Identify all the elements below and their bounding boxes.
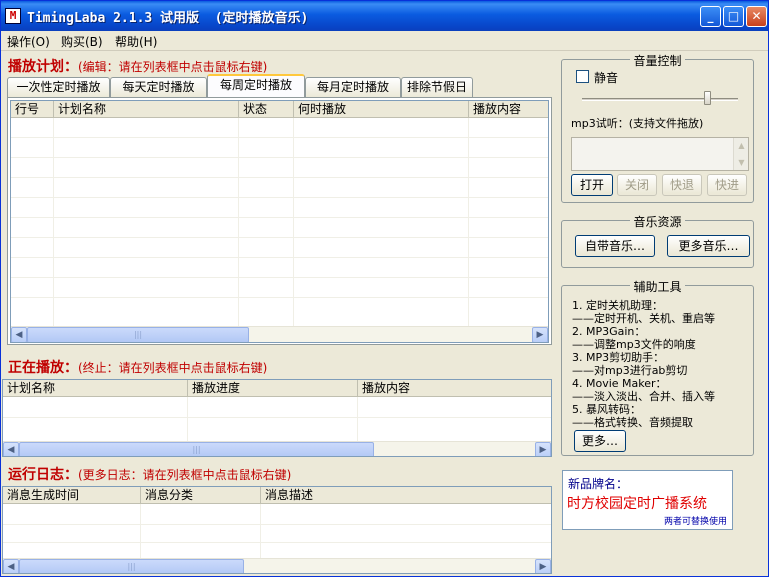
log-hscrollbar[interactable]: ◀ ||| ▶ — [3, 558, 551, 573]
volume-group: 音量控制 静音 mp3试听：(支持文件拖放) ▲ ▼ 打开 关闭 快退 快进 — [561, 54, 754, 203]
log-col-description[interactable]: 消息描述 — [261, 487, 551, 504]
schedule-panel: 行号 计划名称 状态 何时播放 播放内容 ◀ ||| ▶ — [7, 97, 552, 345]
grid-line — [3, 524, 551, 525]
log-col-category[interactable]: 消息分类 — [141, 487, 261, 504]
schedule-col-status[interactable]: 状态 — [239, 101, 294, 118]
scroll-up-arrow-icon[interactable]: ▲ — [734, 138, 749, 153]
mute-label: 静音 — [594, 71, 619, 85]
schedule-col-rownum[interactable]: 行号 — [11, 101, 54, 118]
now-col-progress[interactable]: 播放进度 — [188, 380, 358, 397]
schedule-list[interactable]: 行号 计划名称 状态 何时播放 播放内容 ◀ ||| ▶ — [10, 100, 549, 343]
volume-slider-track[interactable] — [582, 98, 738, 101]
volume-group-title: 音量控制 — [562, 52, 753, 69]
more-tools-button[interactable]: 更多… — [574, 430, 626, 452]
schedule-section-title: 播放计划：(编辑：请在列表框中点击鼠标右键) — [8, 56, 267, 76]
mp3-drop-area[interactable]: ▲ ▼ — [571, 137, 749, 171]
schedule-hscrollbar[interactable]: ◀ ||| ▶ — [11, 326, 548, 342]
menu-operate[interactable]: 操作(O) — [7, 33, 50, 50]
log-col-time[interactable]: 消息生成时间 — [3, 487, 141, 504]
tab-weekly[interactable]: 每周定时播放 — [207, 74, 305, 98]
maximize-button[interactable]: □ — [723, 6, 744, 27]
scroll-down-arrow-icon[interactable]: ▼ — [734, 155, 749, 170]
app-icon[interactable]: M — [5, 8, 21, 24]
grid-line — [3, 542, 551, 543]
minimize-button[interactable]: _ — [700, 6, 721, 27]
mp3-vscrollbar[interactable]: ▲ ▼ — [733, 138, 748, 170]
more-music-button[interactable]: 更多音乐… — [667, 235, 750, 257]
now-playing-list[interactable]: 计划名称 播放进度 播放内容 ◀ ||| ▶ — [2, 379, 552, 457]
mute-checkbox[interactable] — [576, 70, 589, 83]
log-list[interactable]: 消息生成时间 消息分类 消息描述 ◀ ||| ▶ — [2, 486, 552, 574]
grid-line — [11, 197, 548, 198]
grid-line — [140, 504, 141, 558]
music-group-title: 音乐资源 — [562, 213, 753, 230]
tab-holidays[interactable]: 排除节假日 — [401, 77, 473, 97]
grid-line — [11, 277, 548, 278]
menu-help[interactable]: 帮助(H) — [115, 33, 157, 50]
open-button[interactable]: 打开 — [571, 174, 613, 196]
grid-line — [357, 397, 358, 441]
scroll-right-arrow-icon[interactable]: ▶ — [532, 327, 548, 342]
scroll-thumb[interactable]: ||| — [19, 442, 374, 456]
scroll-left-arrow-icon[interactable]: ◀ — [3, 559, 19, 573]
grid-line — [11, 257, 548, 258]
close-playback-button[interactable]: 关闭 — [617, 174, 657, 196]
brand-label: 新品牌名： — [568, 477, 629, 491]
brand-banner[interactable]: 新品牌名： 时方校园定时广播系统 两者可替换使用 — [562, 470, 733, 530]
fast-forward-button[interactable]: 快进 — [707, 174, 747, 196]
grid-line — [53, 118, 54, 326]
builtin-music-button[interactable]: 自带音乐… — [575, 235, 655, 257]
schedule-col-content[interactable]: 播放内容 — [469, 101, 548, 118]
tab-monthly[interactable]: 每月定时播放 — [305, 77, 401, 97]
now-playing-hint: (终止：请在列表框中点击鼠标右键) — [78, 361, 268, 375]
grid-line — [293, 118, 294, 326]
grid-line — [11, 157, 548, 158]
now-playing-title: 正在播放： — [8, 360, 78, 376]
grid-line — [11, 137, 548, 138]
tool-line: ——格式转换、音频提取 — [572, 416, 693, 429]
brand-note: 两者可替换使用 — [663, 517, 727, 527]
scroll-right-arrow-icon[interactable]: ▶ — [535, 559, 551, 573]
scroll-thumb[interactable]: ||| — [27, 327, 249, 342]
rewind-button[interactable]: 快退 — [662, 174, 702, 196]
grid-line — [11, 297, 548, 298]
window-title: TimingLaba 2.1.3 试用版 (定时播放音乐) — [27, 11, 309, 26]
schedule-col-when[interactable]: 何时播放 — [294, 101, 469, 118]
grid-line — [468, 118, 469, 326]
grid-line — [3, 417, 551, 418]
grid-line — [187, 397, 188, 441]
menu-purchase[interactable]: 购买(B) — [61, 33, 103, 50]
log-hint: (更多日志：请在列表框中点击鼠标右键) — [78, 468, 292, 482]
main-window: M TimingLaba 2.1.3 试用版 (定时播放音乐) _ □ ✕ 操作… — [0, 0, 769, 577]
log-section-title: 运行日志：(更多日志：请在列表框中点击鼠标右键) — [8, 464, 291, 484]
schedule-col-name[interactable]: 计划名称 — [54, 101, 239, 118]
menu-bar: 操作(O) 购买(B) 帮助(H) — [1, 31, 768, 51]
schedule-hint: (编辑：请在列表框中点击鼠标右键) — [78, 60, 268, 74]
grid-line — [11, 177, 548, 178]
now-playing-section-title: 正在播放：(终止：请在列表框中点击鼠标右键) — [8, 357, 267, 377]
schedule-title: 播放计划： — [8, 59, 78, 75]
now-col-content[interactable]: 播放内容 — [358, 380, 551, 397]
brand-name: 时方校园定时广播系统 — [567, 496, 707, 512]
scroll-left-arrow-icon[interactable]: ◀ — [3, 442, 19, 456]
tab-once[interactable]: 一次性定时播放 — [7, 77, 110, 97]
now-playing-hscrollbar[interactable]: ◀ ||| ▶ — [3, 441, 551, 456]
grid-line — [260, 504, 261, 558]
mp3-preview-label: mp3试听：(支持文件拖放) — [571, 117, 704, 130]
scroll-left-arrow-icon[interactable]: ◀ — [11, 327, 27, 342]
grid-line — [11, 217, 548, 218]
tab-daily[interactable]: 每天定时播放 — [110, 77, 207, 97]
now-col-name[interactable]: 计划名称 — [3, 380, 188, 397]
grid-line — [11, 237, 548, 238]
title-bar[interactable]: M TimingLaba 2.1.3 试用版 (定时播放音乐) _ □ ✕ — [1, 1, 768, 31]
music-group: 音乐资源 自带音乐… 更多音乐… — [561, 215, 754, 268]
close-button[interactable]: ✕ — [746, 6, 767, 27]
scroll-right-arrow-icon[interactable]: ▶ — [535, 442, 551, 456]
tools-group-title: 辅助工具 — [562, 278, 753, 295]
volume-slider-thumb[interactable] — [703, 91, 711, 105]
tools-group: 辅助工具 1. 定时关机助理： ——定时开机、关机、重启等 2. MP3Gain… — [561, 280, 754, 456]
log-title: 运行日志： — [8, 467, 78, 483]
scroll-thumb[interactable]: ||| — [19, 559, 244, 573]
grid-line — [238, 118, 239, 326]
